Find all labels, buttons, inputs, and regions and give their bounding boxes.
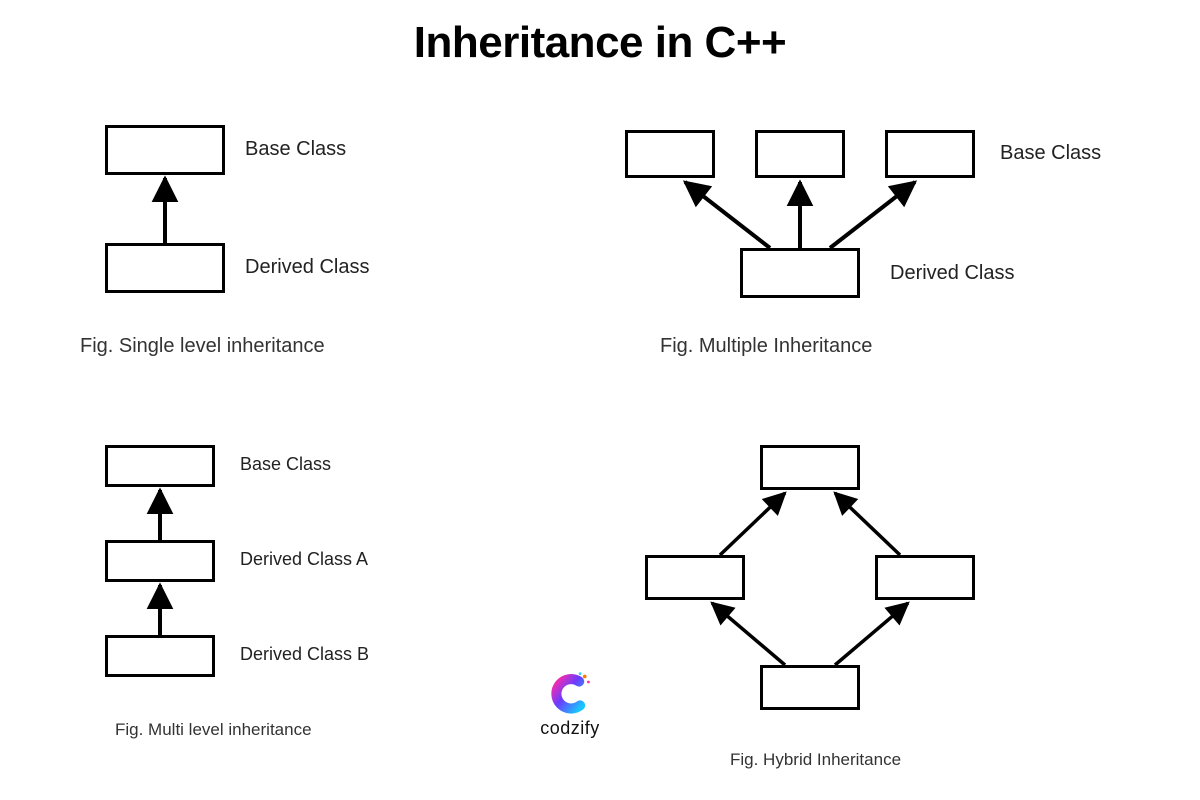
brand-logo: codzify bbox=[535, 670, 605, 750]
multilevel-b-label: Derived Class B bbox=[240, 644, 369, 665]
multilevel-b-box bbox=[105, 635, 215, 677]
multiple-base2-box bbox=[755, 130, 845, 178]
single-base-box bbox=[105, 125, 225, 175]
multiple-derived-box bbox=[740, 248, 860, 298]
multilevel-base-label: Base Class bbox=[240, 454, 331, 475]
multiple-base-label: Base Class bbox=[1000, 142, 1101, 165]
single-derived-label: Derived Class bbox=[245, 256, 369, 279]
multiple-derived-label: Derived Class bbox=[890, 262, 1014, 285]
multilevel-a-box bbox=[105, 540, 215, 582]
single-derived-box bbox=[105, 243, 225, 293]
single-caption: Fig. Single level inheritance bbox=[80, 335, 325, 358]
multilevel-a-label: Derived Class A bbox=[240, 549, 368, 570]
multiple-base1-box bbox=[625, 130, 715, 178]
diagram-stage: Inheritance in C++ Base Class Derived Cl… bbox=[0, 0, 1200, 800]
brand-name: codzify bbox=[535, 718, 605, 739]
multiple-caption: Fig. Multiple Inheritance bbox=[660, 335, 872, 358]
brand-logo-icon bbox=[547, 670, 593, 716]
single-base-label: Base Class bbox=[245, 138, 346, 161]
multilevel-base-box bbox=[105, 445, 215, 487]
hybrid-bottom-box bbox=[760, 665, 860, 710]
page-title: Inheritance in C++ bbox=[0, 18, 1200, 68]
hybrid-caption: Fig. Hybrid Inheritance bbox=[730, 750, 901, 770]
hybrid-right-box bbox=[875, 555, 975, 600]
multiple-base3-box bbox=[885, 130, 975, 178]
hybrid-top-box bbox=[760, 445, 860, 490]
hybrid-left-box bbox=[645, 555, 745, 600]
multilevel-caption: Fig. Multi level inheritance bbox=[115, 720, 312, 740]
